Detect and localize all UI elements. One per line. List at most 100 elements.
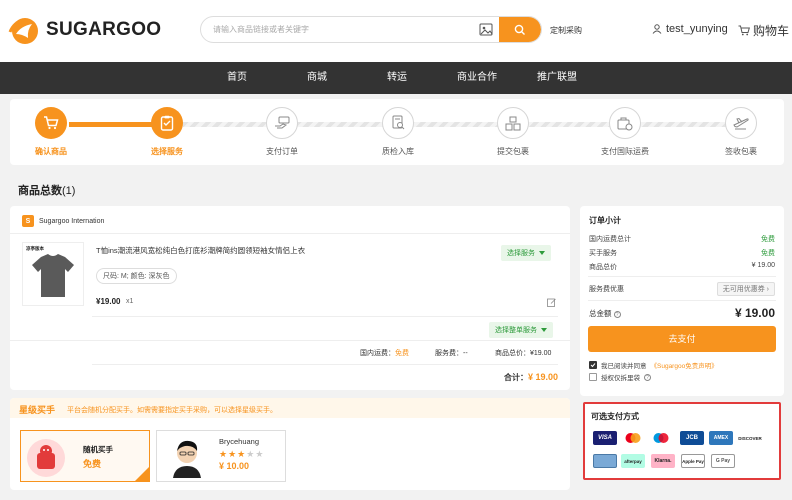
logo-icon: [8, 14, 40, 46]
order-summary: 订单小计 国内运费总计 免费 买手服务 免费 商品总价 ¥ 19.00 服务费优惠 无可…: [580, 206, 784, 396]
edit-icon[interactable]: [547, 298, 556, 307]
payment-hand-icon: [266, 107, 298, 139]
star-buyer-desc: 平台会随机分配买手。如需需要指定买手采购，可以选择星级买手。: [67, 407, 277, 414]
tshirt-icon: [32, 254, 74, 297]
cart-icon: [738, 25, 750, 36]
step-label: 支付国际运费: [601, 147, 649, 156]
nav-affiliate[interactable]: 推广联盟: [527, 62, 587, 94]
pay-button[interactable]: 去支付: [588, 326, 776, 352]
product-qty: x1: [126, 298, 134, 305]
search-bar: [200, 16, 542, 43]
info-icon: ?: [613, 310, 621, 318]
visa-icon: VISA: [593, 431, 617, 445]
cart-link[interactable]: 购物车: [738, 22, 789, 39]
summary-total: 总金额 ? ¥ 19.00: [589, 306, 775, 320]
random-buyer-price: 免费: [83, 459, 102, 469]
mastercard-icon: [621, 431, 645, 445]
jcb-icon: JCB: [680, 431, 704, 445]
divider: [92, 364, 558, 365]
step-label: 提交包裹: [497, 147, 529, 156]
buyer-name: Brycehuang: [219, 437, 260, 446]
service-fee: 服务费：--: [435, 350, 468, 357]
product-price: ¥19.00: [96, 297, 121, 306]
logo-text: SUGARGOO: [46, 19, 162, 40]
divider: [588, 300, 776, 301]
goods-total: 商品总价：¥19.00: [495, 350, 552, 357]
buyer-avatar: [167, 436, 207, 478]
logo[interactable]: SUGARGOO: [8, 14, 161, 46]
search-icon: [514, 24, 525, 35]
coupon-select[interactable]: 无可用优惠券 ›: [716, 282, 775, 296]
shop-row: S Sugargoo Internation: [22, 215, 104, 227]
auth-row: 授权仅拆里袋 ?: [589, 372, 651, 382]
order-progress: 确认商品 选择服务 支付订单 质检入库 提交包裹 支付国际运费 签收包裹: [10, 99, 784, 165]
buyer-rating: ★ ★ ★ ★ ★: [219, 449, 263, 460]
step-label: 确认商品: [35, 147, 67, 156]
coupon-row: 服务费优惠 无可用优惠券 ›: [589, 282, 775, 296]
star-buyer-panel: 星级买手 平台会随机分配买手。如需需要指定买手采购，可以选择星级买手。 随机买手…: [10, 398, 570, 490]
afterpay-icon: afterpay: [621, 454, 645, 468]
product-image[interactable]: 凉亭版本: [22, 242, 84, 306]
summary-title: 订单小计: [589, 216, 621, 225]
checklist-icon: [151, 107, 183, 139]
search-input[interactable]: [201, 17, 501, 42]
maestro-icon: [649, 431, 673, 445]
klarna-icon: Klarna.: [651, 454, 675, 468]
step-select-service: 选择服务: [122, 107, 212, 157]
nav-home[interactable]: 首页: [207, 62, 267, 94]
inspection-icon: [382, 107, 414, 139]
discover-icon: DISCOVER: [738, 431, 762, 445]
step-label: 签收包裹: [725, 147, 757, 156]
step-inspection: 质检入库: [353, 107, 443, 157]
airplane-icon: [725, 107, 757, 139]
step-pay-shipping: 支付国际运费: [580, 107, 670, 157]
star-buyer-title: 星级买手: [19, 405, 56, 415]
select-service-button[interactable]: 选择服务: [501, 245, 551, 261]
star-buyer-option[interactable]: Brycehuang ★ ★ ★ ★ ★ ¥ 10.00: [156, 430, 286, 482]
google-pay-icon: G Pay: [711, 454, 735, 468]
product-title[interactable]: T恤ins潮流港风宽松纯白色打底衫潮牌简约圆领短袖女情侣上衣: [96, 245, 305, 256]
apple-pay-icon: Apple Pay: [681, 454, 705, 468]
search-button[interactable]: [499, 17, 541, 42]
main-nav: 首页 商城 转运 商业合作 推广联盟: [0, 62, 792, 94]
nav-mall[interactable]: 商城: [287, 62, 347, 94]
shipping-fee-icon: [609, 107, 641, 139]
summary-row: 商品总价 ¥ 19.00: [589, 262, 775, 271]
package-boxes-icon: [497, 107, 529, 139]
auth-checkbox[interactable]: [589, 373, 597, 381]
card-icon: [593, 454, 617, 468]
order-subtotal: 合计：¥ 19.00: [503, 372, 558, 382]
buyer-price: ¥ 10.00: [219, 461, 250, 471]
username: test_yunying: [666, 23, 728, 35]
cart-label: 购物车: [753, 24, 790, 38]
random-buyer-option[interactable]: 随机买手 免费: [20, 430, 150, 482]
star-icon: ★: [228, 449, 237, 459]
custom-purchase-link[interactable]: 定制采购: [550, 25, 582, 36]
user-menu[interactable]: test_yunying: [652, 23, 728, 35]
random-buyer-name: 随机买手: [83, 445, 113, 454]
chevron-down-icon: [541, 328, 547, 332]
summary-row: 国内运费总计 免费: [589, 236, 775, 243]
star-icon: ★: [237, 449, 246, 459]
divider: [92, 316, 558, 317]
agree-checkbox[interactable]: [589, 361, 597, 369]
step-receive-package: 签收包裹: [696, 107, 786, 157]
nav-business[interactable]: 商业合作: [447, 62, 507, 94]
divider: [10, 233, 570, 234]
select-whole-service-button[interactable]: 选择整单服务: [489, 322, 553, 338]
product-image-caption: 凉亭版本: [26, 246, 44, 251]
image-search-icon[interactable]: [479, 23, 493, 36]
step-label: 选择服务: [151, 147, 183, 156]
disclaimer-link[interactable]: 《Sugargoo免责声明》: [651, 360, 718, 370]
random-buyer-avatar: [27, 439, 65, 477]
shop-name: Sugargoo Internation: [39, 217, 105, 225]
divider: [588, 276, 776, 277]
product-spec: 尺码: M; 颜色: 深灰色: [96, 268, 177, 284]
step-label: 质检入库: [382, 147, 414, 156]
goods-total-title: 商品总数(1): [18, 185, 76, 197]
chevron-down-icon: [539, 251, 545, 255]
domestic-fee: 国内运费：免费: [360, 350, 409, 357]
nav-transship[interactable]: 转运: [367, 62, 427, 94]
payment-title: 可选支付方式: [591, 412, 639, 421]
total-amount: ¥ 19.00: [734, 306, 775, 320]
